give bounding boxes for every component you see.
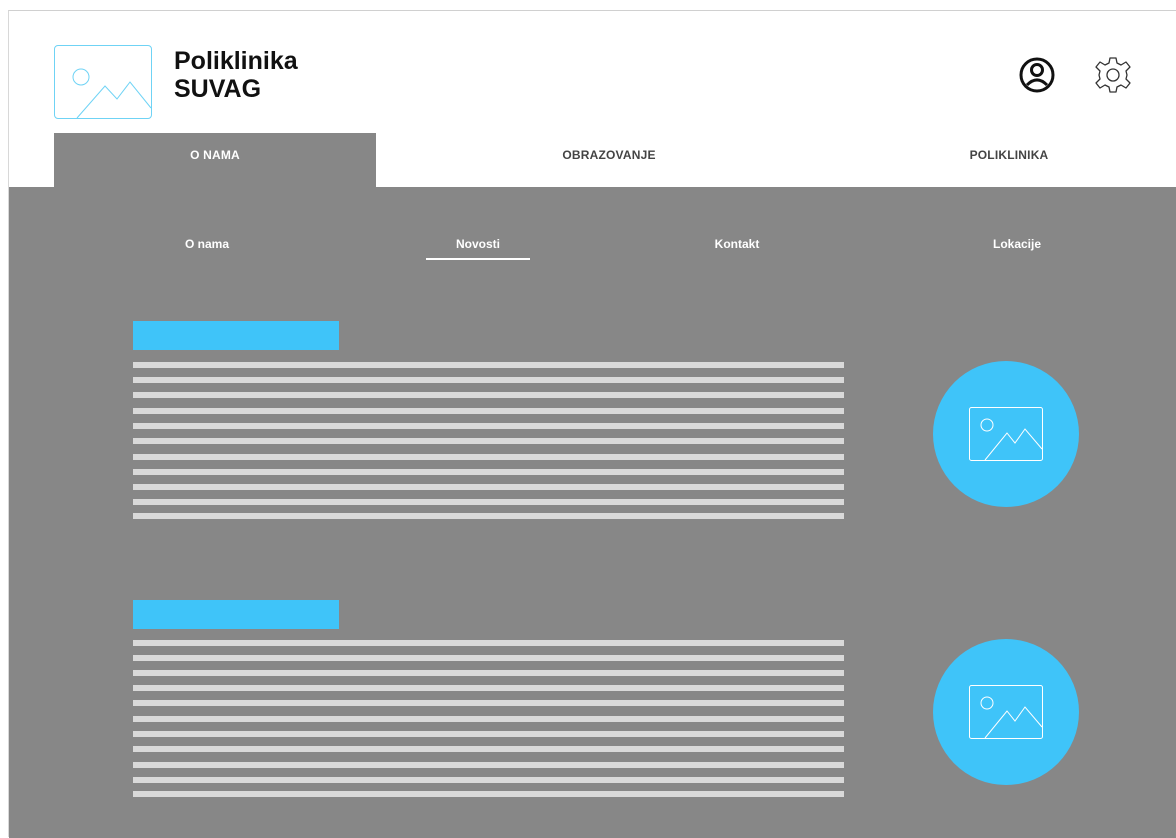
text-line-placeholder bbox=[133, 408, 844, 414]
main-tabs: O NAMA OBRAZOVANJE POLIKLINIKA bbox=[9, 133, 1176, 187]
tab-o-nama[interactable]: O NAMA bbox=[54, 133, 376, 187]
text-line-placeholder bbox=[133, 392, 844, 398]
news-image-2[interactable] bbox=[933, 639, 1079, 785]
text-line-placeholder bbox=[133, 746, 844, 752]
text-line-placeholder bbox=[133, 499, 844, 505]
logo[interactable] bbox=[54, 45, 152, 119]
text-line-placeholder bbox=[133, 362, 844, 368]
text-line-placeholder bbox=[133, 777, 844, 783]
content-panel: O nama Novosti Kontakt Lokacije bbox=[9, 187, 1176, 838]
text-line-placeholder bbox=[133, 791, 844, 797]
subnav-lokacije[interactable]: Lokacije bbox=[965, 237, 1069, 251]
text-line-placeholder bbox=[133, 484, 844, 490]
text-line-placeholder bbox=[133, 640, 844, 646]
app-frame: Poliklinika SUVAG O NAMA OBRAZOVANJE POL… bbox=[8, 10, 1176, 838]
text-line-placeholder bbox=[133, 731, 844, 737]
user-circle-icon[interactable] bbox=[1017, 55, 1057, 95]
image-placeholder-icon bbox=[969, 685, 1043, 739]
text-line-placeholder bbox=[133, 469, 844, 475]
subnav-kontakt[interactable]: Kontakt bbox=[685, 237, 789, 251]
brand-name: Poliklinika SUVAG bbox=[174, 47, 298, 103]
brand-line-1: Poliklinika bbox=[174, 47, 298, 75]
text-line-placeholder bbox=[133, 513, 844, 519]
text-line-placeholder bbox=[133, 655, 844, 661]
text-line-placeholder bbox=[133, 454, 844, 460]
image-placeholder-icon bbox=[969, 407, 1043, 461]
tab-obrazovanje[interactable]: OBRAZOVANJE bbox=[449, 133, 769, 187]
news-title-placeholder[interactable] bbox=[133, 600, 339, 629]
news-title-placeholder[interactable] bbox=[133, 321, 339, 350]
subnav-o-nama[interactable]: O nama bbox=[155, 237, 259, 251]
brand-line-2: SUVAG bbox=[174, 75, 262, 103]
text-line-placeholder bbox=[133, 377, 844, 383]
image-placeholder-icon bbox=[72, 68, 152, 119]
tab-poliklinika[interactable]: POLIKLINIKA bbox=[849, 133, 1169, 187]
subnav-novosti[interactable]: Novosti bbox=[426, 237, 530, 251]
text-line-placeholder bbox=[133, 438, 844, 444]
text-line-placeholder bbox=[133, 423, 844, 429]
active-subnav-indicator bbox=[426, 258, 530, 260]
text-line-placeholder bbox=[133, 685, 844, 691]
text-line-placeholder bbox=[133, 762, 844, 768]
header: Poliklinika SUVAG O NAMA OBRAZOVANJE POL… bbox=[9, 11, 1176, 187]
text-line-placeholder bbox=[133, 670, 844, 676]
text-line-placeholder bbox=[133, 716, 844, 722]
text-line-placeholder bbox=[133, 700, 844, 706]
gear-icon[interactable] bbox=[1093, 55, 1133, 95]
news-image-1[interactable] bbox=[933, 361, 1079, 507]
